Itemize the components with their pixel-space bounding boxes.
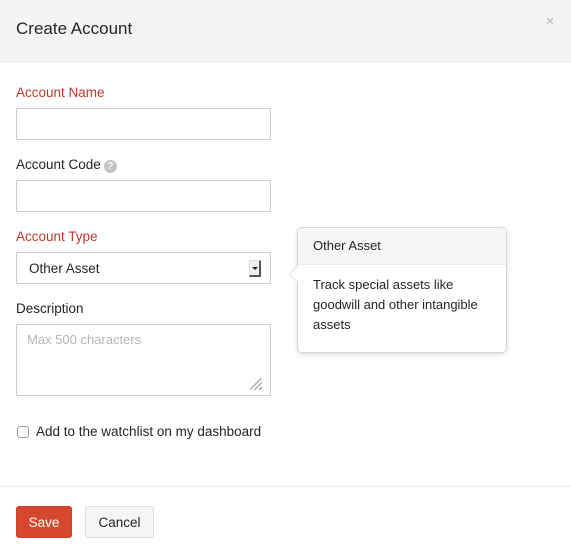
create-account-modal: Create Account × Account Name Account Co… <box>0 0 571 554</box>
description-label: Description <box>16 301 84 316</box>
dropdown-arrow-icon[interactable] <box>249 260 261 277</box>
resize-handle-icon[interactable] <box>250 378 262 390</box>
account-code-input[interactable] <box>16 180 271 212</box>
account-code-label: Account Code? <box>16 157 117 173</box>
account-type-popover: Other Asset Track special assets like go… <box>289 227 507 353</box>
watchlist-checkbox[interactable] <box>17 426 29 438</box>
help-icon[interactable]: ? <box>103 160 117 173</box>
popover-title: Other Asset <box>298 228 506 265</box>
save-button[interactable]: Save <box>16 506 72 538</box>
account-type-selected-value: Other Asset <box>29 261 100 276</box>
footer-divider <box>0 486 571 487</box>
account-type-label: Account Type <box>16 229 98 244</box>
description-textarea[interactable] <box>16 324 271 396</box>
account-code-label-text: Account Code <box>16 157 101 172</box>
popover-body: Track special assets like goodwill and o… <box>313 277 478 332</box>
modal-title: Create Account <box>16 19 133 38</box>
account-name-input[interactable] <box>16 108 271 140</box>
popover-arrow <box>289 265 298 283</box>
close-icon[interactable]: × <box>544 14 556 29</box>
account-type-select[interactable]: Other Asset <box>16 252 271 284</box>
watchlist-label[interactable]: Add to the watchlist on my dashboard <box>36 424 261 439</box>
cancel-button[interactable]: Cancel <box>85 506 154 538</box>
modal-header: Create Account × <box>0 0 571 62</box>
account-name-label: Account Name <box>16 85 105 100</box>
